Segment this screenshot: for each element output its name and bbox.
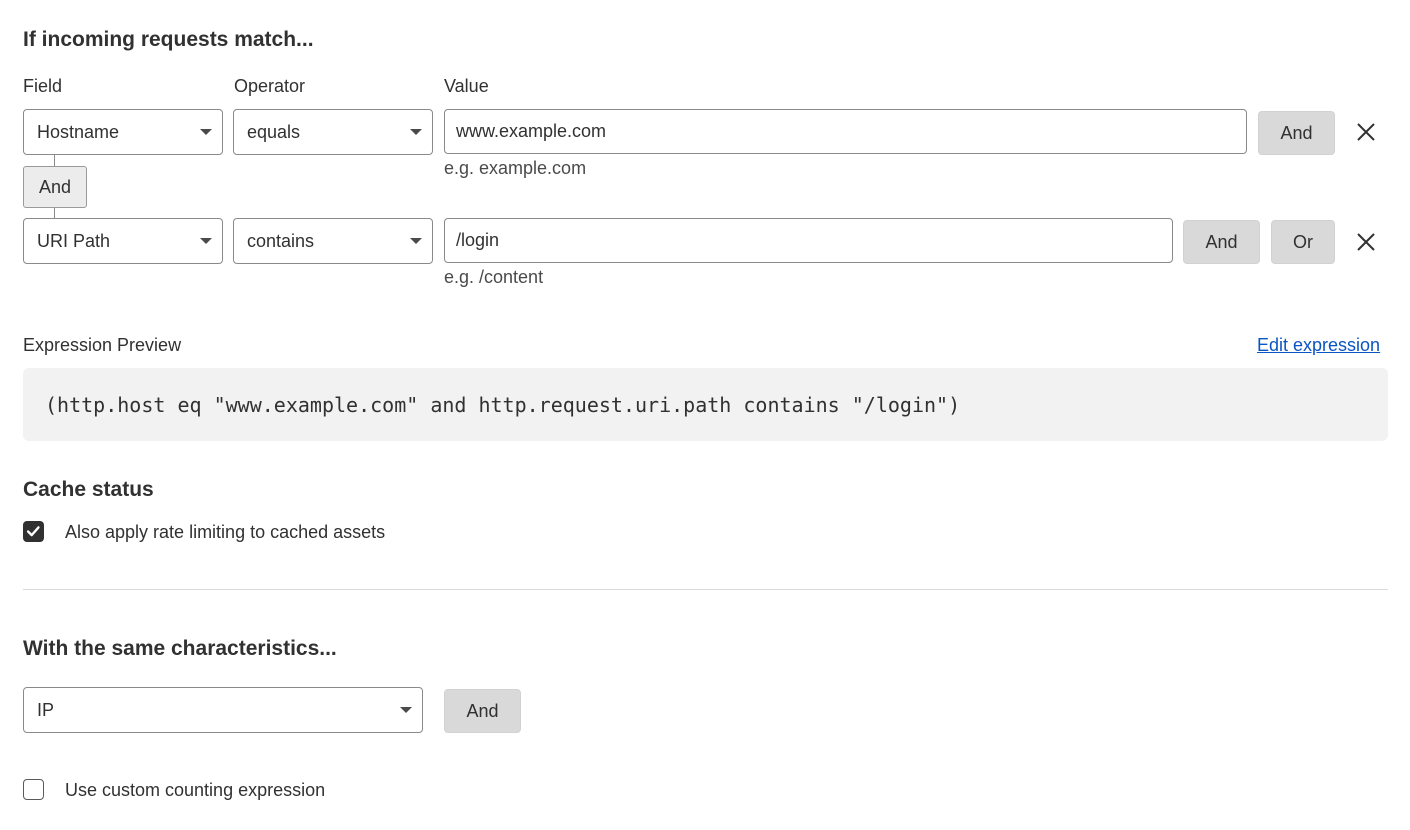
- field-select-value: URI Path: [37, 230, 111, 251]
- or-button-row2[interactable]: Or: [1271, 220, 1335, 264]
- cache-checkbox-label: Also apply rate limiting to cached asset…: [65, 522, 386, 542]
- connector-line: [54, 155, 55, 166]
- and-button-row2[interactable]: And: [1183, 220, 1260, 264]
- operator-select-row2[interactable]: contains: [233, 218, 433, 264]
- and-join-badge: And: [23, 166, 87, 208]
- operator-select-value: equals: [247, 121, 301, 142]
- and-button-row1[interactable]: And: [1258, 111, 1335, 155]
- characteristic-select-value: IP: [37, 699, 55, 720]
- value-hint-row2: e.g. /content: [444, 267, 544, 287]
- field-select-value: Hostname: [37, 121, 120, 142]
- value-hint-row1: e.g. example.com: [444, 158, 587, 178]
- check-icon: [26, 526, 40, 537]
- expression-preview-text: (http.host eq "www.example.com" and http…: [45, 392, 961, 417]
- chevron-down-icon: [410, 238, 422, 244]
- value-input-row2[interactable]: /login: [444, 218, 1173, 263]
- operator-column-label: Operator: [234, 76, 306, 96]
- value-input-row1[interactable]: www.example.com: [444, 109, 1247, 154]
- field-column-label: Field: [23, 76, 63, 96]
- match-section-heading: If incoming requests match...: [23, 28, 314, 51]
- custom-counting-checkbox[interactable]: [23, 779, 44, 800]
- operator-select-row1[interactable]: equals: [233, 109, 433, 155]
- chevron-down-icon: [400, 707, 412, 713]
- characteristics-heading: With the same characteristics...: [23, 637, 337, 660]
- close-icon[interactable]: [1355, 231, 1377, 253]
- expression-preview-box: (http.host eq "www.example.com" and http…: [23, 368, 1388, 441]
- characteristic-and-button[interactable]: And: [444, 689, 521, 733]
- chevron-down-icon: [410, 129, 422, 135]
- close-icon[interactable]: [1355, 121, 1377, 143]
- expression-preview-label: Expression Preview: [23, 335, 182, 355]
- chevron-down-icon: [200, 129, 212, 135]
- chevron-down-icon: [200, 238, 212, 244]
- characteristic-select[interactable]: IP: [23, 687, 423, 733]
- cache-checkbox[interactable]: [23, 521, 44, 542]
- value-input-text: /login: [456, 230, 500, 250]
- operator-select-value: contains: [247, 230, 315, 251]
- section-divider: [23, 589, 1388, 590]
- custom-counting-label: Use custom counting expression: [65, 780, 326, 800]
- edit-expression-link[interactable]: Edit expression: [1257, 335, 1380, 356]
- connector-line: [54, 208, 55, 218]
- field-select-row2[interactable]: URI Path: [23, 218, 223, 264]
- field-select-row1[interactable]: Hostname: [23, 109, 223, 155]
- value-input-text: www.example.com: [456, 121, 607, 141]
- cache-status-heading: Cache status: [23, 478, 154, 501]
- value-column-label: Value: [444, 76, 489, 96]
